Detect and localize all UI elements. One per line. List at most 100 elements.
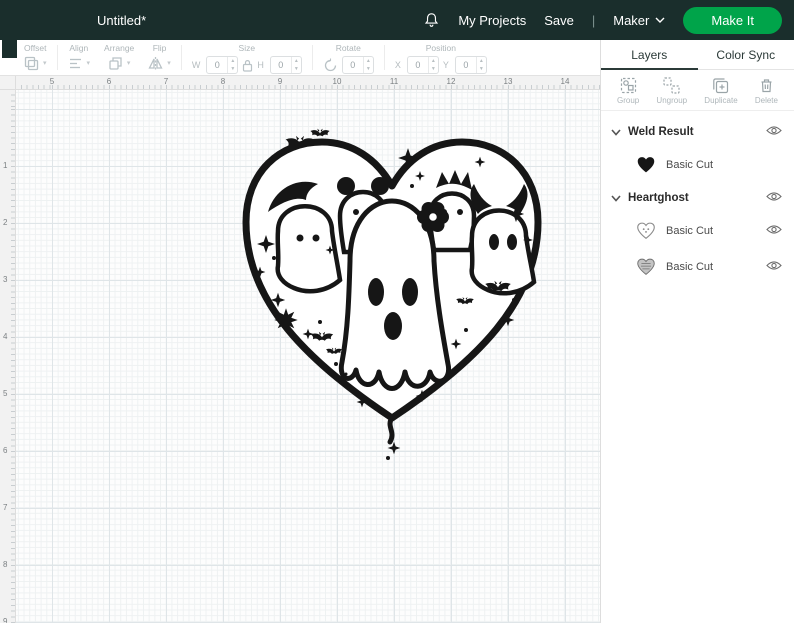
width-stepper[interactable]: ▲ ▼ bbox=[227, 57, 237, 73]
position-label: Position bbox=[425, 43, 456, 53]
arrange-label: Arrange bbox=[104, 43, 135, 53]
vertical-ruler: 1 2 3 4 5 6 7 8 9 bbox=[0, 90, 16, 623]
rotate-stepper[interactable]: ▲ ▼ bbox=[362, 57, 373, 73]
delete-button[interactable]: Delete bbox=[755, 77, 778, 105]
machine-selector[interactable]: Maker bbox=[613, 13, 665, 28]
ruler-number: 7 bbox=[163, 77, 169, 86]
arrange-icon bbox=[109, 57, 122, 70]
ruler-number: 5 bbox=[3, 389, 8, 398]
canvas-area: 5 6 7 8 9 10 11 12 13 14 123456789 bbox=[0, 76, 600, 623]
layer-group-heartghost[interactable]: Heartghost bbox=[601, 183, 794, 213]
layer-thumbnail bbox=[635, 154, 657, 176]
tab-layers[interactable]: Layers bbox=[601, 40, 698, 70]
save-link[interactable]: Save bbox=[544, 13, 574, 28]
layer-item-basic-cut-1[interactable]: Basic Cut bbox=[601, 147, 794, 183]
height-input[interactable] bbox=[270, 60, 291, 70]
ruler-number: 5 bbox=[49, 77, 55, 86]
position-tool: Position X ▲▼ Y ▲▼ bbox=[388, 40, 494, 75]
position-y-input[interactable] bbox=[455, 60, 476, 70]
group-icon bbox=[620, 77, 636, 94]
ungroup-button[interactable]: Ungroup bbox=[656, 77, 687, 105]
edit-toolbar: Offset ▾ Align ▾ Arrange ▾ Flip ▾ Size W bbox=[0, 40, 600, 76]
delete-label: Delete bbox=[754, 96, 778, 105]
chevron-down-icon[interactable] bbox=[611, 123, 621, 141]
flip-label: Flip bbox=[152, 43, 167, 53]
chevron-down-icon bbox=[655, 17, 665, 23]
layer-thumbnail bbox=[635, 220, 657, 242]
flip-icon bbox=[148, 57, 163, 70]
rotate-tool: Rotate ▲▼ bbox=[316, 40, 381, 75]
ungroup-label: Ungroup bbox=[656, 96, 688, 105]
duplicate-icon bbox=[713, 78, 729, 94]
visibility-eye-icon[interactable] bbox=[766, 258, 782, 276]
arrange-tool[interactable]: Arrange ▾ bbox=[97, 40, 141, 75]
ruler-number: 2 bbox=[3, 218, 8, 227]
width-input[interactable] bbox=[207, 60, 228, 70]
ungroup-icon bbox=[663, 77, 680, 94]
layer-list: Weld Result Basic Cut Heartghost Basic C… bbox=[601, 111, 794, 285]
align-icon bbox=[69, 58, 81, 69]
height-stepper[interactable]: ▲ ▼ bbox=[290, 57, 301, 73]
height-axis-label: H bbox=[257, 60, 264, 70]
rotate-icon bbox=[324, 58, 336, 71]
lock-aspect-icon[interactable] bbox=[242, 59, 253, 72]
ruler-corner bbox=[0, 76, 16, 90]
trash-icon bbox=[761, 79, 772, 93]
ruler-number: 1 bbox=[3, 161, 8, 170]
rotate-label: Rotate bbox=[335, 43, 361, 53]
app-header: Untitled* My Projects Save | Maker Make … bbox=[0, 0, 794, 40]
ruler-number: 7 bbox=[3, 503, 8, 512]
y-axis-label: Y bbox=[442, 60, 449, 70]
ruler-number: 9 bbox=[277, 77, 283, 86]
collapsed-panel-tab[interactable] bbox=[2, 40, 17, 58]
design-canvas[interactable] bbox=[16, 90, 600, 623]
duplicate-button[interactable]: Duplicate bbox=[704, 77, 738, 105]
group-label: Group bbox=[617, 96, 640, 105]
position-x-input[interactable] bbox=[407, 60, 428, 70]
ruler-number: 13 bbox=[503, 77, 513, 86]
layer-group-weld-result[interactable]: Weld Result bbox=[601, 117, 794, 147]
ruler-number: 14 bbox=[560, 77, 570, 86]
offset-tool[interactable]: Offset ▾ bbox=[17, 40, 54, 75]
rotate-input[interactable] bbox=[342, 60, 363, 70]
visibility-eye-icon[interactable] bbox=[766, 189, 782, 207]
ruler-number: 9 bbox=[3, 617, 8, 623]
notifications-bell-icon[interactable] bbox=[423, 11, 440, 29]
ruler-number: 10 bbox=[332, 77, 342, 86]
layer-group-label: Heartghost bbox=[628, 192, 689, 204]
align-tool[interactable]: Align ▾ bbox=[61, 40, 98, 75]
layers-panel: Layers Color Sync Group Ungroup Duplicat… bbox=[600, 40, 794, 623]
ruler-number: 6 bbox=[106, 77, 112, 86]
ruler-number: 6 bbox=[3, 446, 8, 455]
layer-actions: Group Ungroup Duplicate Delete bbox=[601, 70, 794, 111]
visibility-eye-icon[interactable] bbox=[766, 222, 782, 240]
header-divider: | bbox=[591, 12, 596, 28]
ruler-number: 8 bbox=[3, 560, 8, 569]
width-axis-label: W bbox=[191, 60, 201, 70]
layer-item-label: Basic Cut bbox=[666, 159, 714, 171]
layer-item-label: Basic Cut bbox=[666, 261, 714, 273]
align-label: Align bbox=[69, 43, 89, 53]
position-x-stepper[interactable]: ▲ ▼ bbox=[427, 57, 438, 73]
size-label: Size bbox=[238, 43, 256, 53]
make-it-button[interactable]: Make It bbox=[683, 6, 782, 34]
panel-tabs: Layers Color Sync bbox=[601, 40, 794, 70]
visibility-eye-icon[interactable] bbox=[766, 123, 782, 141]
canvas-artwork[interactable] bbox=[216, 96, 568, 468]
group-button[interactable]: Group bbox=[617, 77, 639, 105]
my-projects-link[interactable]: My Projects bbox=[458, 13, 526, 28]
position-y-stepper[interactable]: ▲ ▼ bbox=[475, 57, 486, 73]
ruler-number: 11 bbox=[389, 77, 399, 86]
ruler-number: 8 bbox=[220, 77, 226, 86]
chevron-down-icon[interactable] bbox=[611, 189, 621, 207]
layer-item-basic-cut-2[interactable]: Basic Cut bbox=[601, 213, 794, 249]
ruler-number: 12 bbox=[446, 77, 456, 86]
document-title: Untitled* bbox=[97, 12, 147, 28]
layer-item-basic-cut-3[interactable]: Basic Cut bbox=[601, 249, 794, 285]
offset-label: Offset bbox=[24, 43, 47, 53]
layer-group-label: Weld Result bbox=[628, 126, 694, 138]
machine-name: Maker bbox=[613, 12, 650, 28]
tab-color-sync[interactable]: Color Sync bbox=[698, 40, 794, 69]
flip-tool[interactable]: Flip ▾ bbox=[141, 40, 178, 75]
offset-icon bbox=[24, 56, 39, 71]
